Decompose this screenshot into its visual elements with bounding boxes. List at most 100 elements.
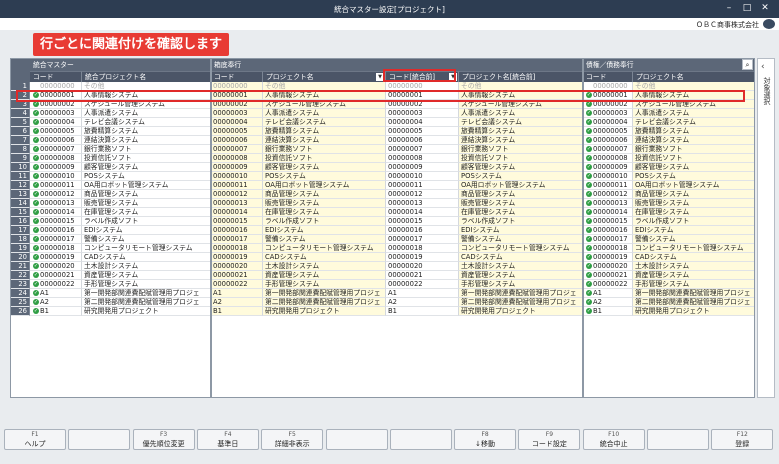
right-name-cell[interactable]: 顧客管理システム bbox=[633, 163, 754, 172]
name-merged-cell[interactable]: 販売管理システム bbox=[459, 199, 583, 208]
merged-name-cell[interactable]: 投資信託ソフト bbox=[82, 154, 211, 163]
merged-code-cell[interactable]: ✓ 00000016 bbox=[30, 226, 82, 235]
left-code-cell[interactable]: A1 bbox=[211, 289, 263, 298]
left-code-cell[interactable]: 00000009 bbox=[211, 163, 263, 172]
merged-code-cell[interactable]: ✓ 00000018 bbox=[30, 244, 82, 253]
left-code-cell[interactable]: 00000016 bbox=[211, 226, 263, 235]
left-code-cell[interactable]: 00000021 bbox=[211, 271, 263, 280]
merged-code-cell[interactable]: ✓ 00000010 bbox=[30, 172, 82, 181]
name-merged-cell[interactable]: EDIシステム bbox=[459, 226, 583, 235]
left-name-cell[interactable]: テレビ会議システム bbox=[263, 118, 386, 127]
code-merged-cell[interactable]: 00000004 bbox=[386, 118, 459, 127]
right-code-cell[interactable]: ✓ 00000006 bbox=[583, 136, 633, 145]
left-code-cell[interactable]: 00000019 bbox=[211, 253, 263, 262]
name-merged-cell[interactable]: 人事派遣システム bbox=[459, 109, 583, 118]
maximize-icon[interactable]: □ bbox=[741, 3, 753, 13]
left-code-cell[interactable]: 00000008 bbox=[211, 154, 263, 163]
left-name-cell[interactable]: EDIシステム bbox=[263, 226, 386, 235]
name-merged-cell[interactable]: 土木設計システム bbox=[459, 262, 583, 271]
name-merged-cell[interactable]: テレビ会議システム bbox=[459, 118, 583, 127]
table-row[interactable]: 13 ✓ 00000012 商品管理システム 00000012 商品管理システム 00000… bbox=[11, 190, 754, 199]
right-code-cell[interactable]: ✓ 00000013 bbox=[583, 199, 633, 208]
fkey-button-5[interactable]: F5 詳細非表示 bbox=[261, 429, 324, 450]
left-code-cell[interactable]: 00000017 bbox=[211, 235, 263, 244]
left-name-cell[interactable]: 在庫管理システム bbox=[263, 208, 386, 217]
right-code-cell[interactable]: ✓ 00000014 bbox=[583, 208, 633, 217]
fkey-button-10[interactable]: F10 統合中止 bbox=[582, 429, 645, 450]
table-row[interactable]: 8 ✓ 00000007 銀行業務ソフト 00000007 銀行業務ソフト 00000007… bbox=[11, 145, 754, 154]
merged-code-cell[interactable]: ✓ 00000012 bbox=[30, 190, 82, 199]
code-merged-cell[interactable]: 00000010 bbox=[386, 172, 459, 181]
name-merged-cell[interactable]: 資産管理システム bbox=[459, 271, 583, 280]
merged-name-cell[interactable]: テレビ会議システム bbox=[82, 118, 211, 127]
left-name-cell[interactable]: 連結決算システム bbox=[263, 136, 386, 145]
left-code-cell[interactable]: 00000020 bbox=[211, 262, 263, 271]
left-code-cell[interactable]: 00000003 bbox=[211, 109, 263, 118]
merged-code-cell[interactable]: ✓ 00000013 bbox=[30, 199, 82, 208]
col-header-name-merged[interactable]: プロジェクト名[統合前] bbox=[459, 71, 583, 82]
table-row[interactable]: 4 ✓ 00000003 人事派遣システム 00000003 人事派遣システム 000000… bbox=[11, 109, 754, 118]
name-merged-cell[interactable]: 第一開発部関連費配賦管理用プロジェ bbox=[459, 289, 583, 298]
merged-code-cell[interactable]: ✓ 00000005 bbox=[30, 127, 82, 136]
right-code-cell[interactable]: ✓ 00000015 bbox=[583, 217, 633, 226]
table-row[interactable]: 9 ✓ 00000008 投資信託ソフト 00000008 投資信託ソフト 00000008… bbox=[11, 154, 754, 163]
col-header-right-name[interactable]: プロジェクト名 bbox=[633, 71, 754, 82]
code-merged-cell[interactable]: 00000018 bbox=[386, 244, 459, 253]
left-name-cell[interactable]: 販売管理システム bbox=[263, 199, 386, 208]
name-merged-cell[interactable]: 研究開発用プロジェクト bbox=[459, 307, 583, 316]
right-code-cell[interactable]: ✓ B1 bbox=[583, 307, 633, 316]
merged-code-cell[interactable]: ✓ 00000006 bbox=[30, 136, 82, 145]
merged-code-cell[interactable]: ✓ 00000022 bbox=[30, 280, 82, 289]
fkey-button-8[interactable]: F8 ↓移動 bbox=[454, 429, 517, 450]
table-row[interactable]: 25 ✓ A2 第二開発部関連費配賦管理用プロジェ A2 第二開発部関連費配賦管理用プロジ… bbox=[11, 298, 754, 307]
merged-code-cell[interactable]: ✓ 00000015 bbox=[30, 217, 82, 226]
right-name-cell[interactable]: 警備システム bbox=[633, 235, 754, 244]
fkey-button-7[interactable] bbox=[389, 429, 452, 450]
merged-name-cell[interactable]: CADシステム bbox=[82, 253, 211, 262]
merged-code-cell[interactable]: ✓ 00000011 bbox=[30, 181, 82, 190]
code-merged-cell[interactable]: 00000006 bbox=[386, 136, 459, 145]
table-row[interactable]: 11 ✓ 00000010 POSシステム 00000010 POSシステム 0000001… bbox=[11, 172, 754, 181]
table-row[interactable]: 10 ✓ 00000009 顧客管理システム 00000009 顧客管理システム 00000… bbox=[11, 163, 754, 172]
right-name-cell[interactable]: 投資信託ソフト bbox=[633, 154, 754, 163]
col-header-left-name[interactable]: プロジェクト名 ▼ bbox=[263, 71, 386, 82]
left-code-cell[interactable]: 00000007 bbox=[211, 145, 263, 154]
merged-name-cell[interactable]: 第一開発部関連費配賦管理用プロジェ bbox=[82, 289, 211, 298]
name-merged-cell[interactable]: 銀行業務ソフト bbox=[459, 145, 583, 154]
code-merged-cell[interactable]: 00000022 bbox=[386, 280, 459, 289]
right-name-cell[interactable]: コンピュータリモート管理システム bbox=[633, 244, 754, 253]
merged-code-cell[interactable]: ✓ 00000014 bbox=[30, 208, 82, 217]
merged-code-cell[interactable]: ✓ 00000008 bbox=[30, 154, 82, 163]
right-name-cell[interactable]: 資産管理システム bbox=[633, 271, 754, 280]
code-merged-cell[interactable]: 00000017 bbox=[386, 235, 459, 244]
left-code-cell[interactable]: 00000022 bbox=[211, 280, 263, 289]
right-code-cell[interactable]: ✓ 00000019 bbox=[583, 253, 633, 262]
right-name-cell[interactable]: テレビ会議システム bbox=[633, 118, 754, 127]
left-name-cell[interactable]: 顧客管理システム bbox=[263, 163, 386, 172]
right-name-cell[interactable]: 手形管理システム bbox=[633, 280, 754, 289]
fkey-button-9[interactable]: F9 コード設定 bbox=[518, 429, 581, 450]
left-code-cell[interactable]: 00000015 bbox=[211, 217, 263, 226]
left-code-cell[interactable]: 00000014 bbox=[211, 208, 263, 217]
code-merged-cell[interactable]: 00000008 bbox=[386, 154, 459, 163]
close-icon[interactable]: ✕ bbox=[759, 3, 771, 13]
merged-name-cell[interactable]: 警備システム bbox=[82, 235, 211, 244]
merged-name-cell[interactable]: 在庫管理システム bbox=[82, 208, 211, 217]
right-code-cell[interactable]: ✓ 00000021 bbox=[583, 271, 633, 280]
right-name-cell[interactable]: 土木設計システム bbox=[633, 262, 754, 271]
left-name-cell[interactable]: CADシステム bbox=[263, 253, 386, 262]
left-name-cell[interactable]: 第二開発部関連費配賦管理用プロジェ bbox=[263, 298, 386, 307]
code-merged-cell[interactable]: 00000015 bbox=[386, 217, 459, 226]
left-code-cell[interactable]: 00000013 bbox=[211, 199, 263, 208]
merged-code-cell[interactable]: ✓ A1 bbox=[30, 289, 82, 298]
left-code-cell[interactable]: 00000006 bbox=[211, 136, 263, 145]
code-merged-cell[interactable]: 00000016 bbox=[386, 226, 459, 235]
table-row[interactable]: 7 ✓ 00000006 連結決算システム 00000006 連結決算システム 000000… bbox=[11, 136, 754, 145]
left-name-cell[interactable]: 手形管理システム bbox=[263, 280, 386, 289]
table-row[interactable]: 12 ✓ 00000011 OA用ロボット管理システム 00000011 OA用ロボット管… bbox=[11, 181, 754, 190]
code-merged-cell[interactable]: 00000020 bbox=[386, 262, 459, 271]
left-name-cell[interactable]: ラベル作成ソフト bbox=[263, 217, 386, 226]
merged-name-cell[interactable]: 人事派遣システム bbox=[82, 109, 211, 118]
merged-name-cell[interactable]: コンピュータリモート管理システム bbox=[82, 244, 211, 253]
table-row[interactable]: 22 ✓ 00000021 資産管理システム 00000021 資産管理システム 00000… bbox=[11, 271, 754, 280]
